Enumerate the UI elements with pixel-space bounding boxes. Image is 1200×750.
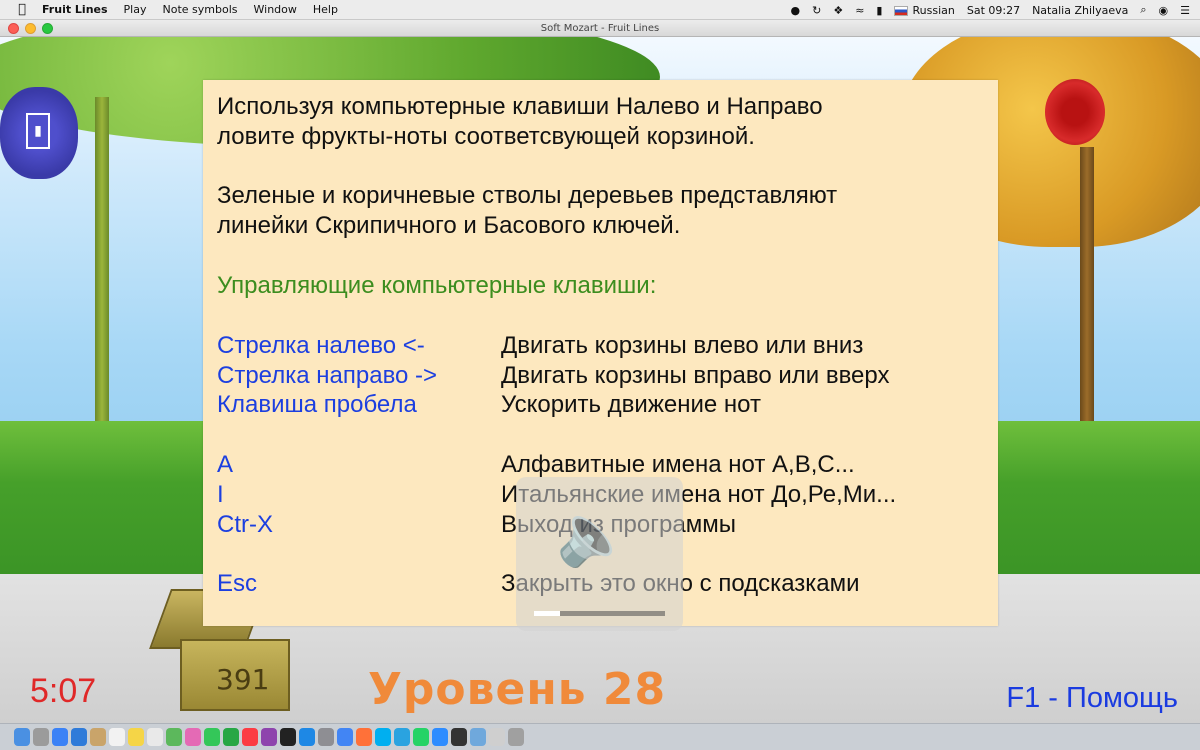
key-space: Клавиша пробела (217, 391, 417, 418)
skype-icon[interactable] (375, 728, 391, 746)
minimize-window-button[interactable] (25, 23, 36, 34)
key-i: I (217, 481, 224, 508)
siri-icon[interactable]: ◉ (1159, 4, 1169, 17)
menu-bar:  Fruit Lines Play Note symbols Window H… (0, 0, 1200, 20)
appstore-icon[interactable] (299, 728, 315, 746)
speaker-icon: 🔈 (556, 500, 631, 570)
spotlight-search-icon[interactable]: ⌕ (1140, 3, 1146, 17)
volume-level-bar (534, 611, 665, 616)
blue-flower-button[interactable]: ▮ (0, 87, 78, 179)
telegram-icon[interactable] (394, 728, 410, 746)
menu-window[interactable]: Window (254, 3, 297, 16)
keys-heading: Управляющие компьютерные клавиши: (217, 272, 657, 299)
terminal-icon[interactable] (451, 728, 467, 746)
key-right-arrow: Стрелка направо -> (217, 362, 438, 389)
status-area: ● ↻ ❖ ≈ ▮ Russian Sat 09:27 Natalia Zhil… (791, 0, 1191, 20)
game-timer: 5:07 (30, 672, 97, 710)
preview-icon[interactable] (470, 728, 486, 746)
calendar-icon[interactable] (109, 728, 125, 746)
chrome-icon[interactable] (337, 728, 353, 746)
window-title: Soft Mozart - Fruit Lines (540, 23, 660, 34)
menu-play[interactable]: Play (124, 3, 147, 16)
photos-icon[interactable] (185, 728, 201, 746)
trash-icon[interactable] (508, 728, 524, 746)
chest-score: 391 (216, 663, 270, 696)
music-icon[interactable] (242, 728, 258, 746)
exit-door-icon: ▮ (26, 113, 50, 149)
window-titlebar: Soft Mozart - Fruit Lines (0, 20, 1200, 37)
key-left-arrow: Стрелка налево <- (217, 332, 425, 359)
notification-center-icon[interactable]: ☰ (1180, 4, 1190, 17)
menubar-clock[interactable]: Sat 09:27 (967, 4, 1020, 17)
key-esc: Esc (217, 570, 258, 597)
key-ctrl-x: Ctr-X (217, 511, 273, 538)
safari-icon[interactable] (52, 728, 68, 746)
maps-icon[interactable] (166, 728, 182, 746)
russian-flag-icon (894, 5, 909, 16)
menu-app-name[interactable]: Fruit Lines (42, 3, 108, 16)
menu-note-symbols[interactable]: Note symbols (163, 3, 238, 16)
bluetooth-icon[interactable]: ❖ (833, 4, 843, 17)
trees-line-1: Зеленые и коричневые стволы деревьев пре… (217, 182, 838, 209)
battery-icon[interactable]: ▮ (876, 4, 882, 17)
firefox-icon[interactable] (356, 728, 372, 746)
maximize-window-button[interactable] (42, 23, 53, 34)
action-space: Ускорить движение нот (501, 391, 761, 418)
messages-icon[interactable] (204, 728, 220, 746)
dock (0, 723, 1200, 750)
menu-help[interactable]: Help (313, 3, 338, 16)
textedit-icon[interactable] (489, 728, 505, 746)
intro-line-1: Используя компьютерные клавиши Налево и … (217, 93, 823, 120)
volume-level-fill (534, 611, 561, 616)
input-source[interactable]: Russian (894, 4, 955, 17)
tv-icon[interactable] (280, 728, 296, 746)
launchpad-icon[interactable] (33, 728, 49, 746)
settings-icon[interactable] (318, 728, 334, 746)
finder-icon[interactable] (14, 728, 30, 746)
action-left-arrow: Двигать корзины влево или вниз (501, 332, 864, 359)
intro-line-2: ловите фрукты-ноты соответсвующей корзин… (217, 123, 755, 150)
zoom-icon[interactable] (432, 728, 448, 746)
level-label: Уровень 28 (368, 664, 667, 715)
key-a: A (217, 451, 234, 478)
reminders-icon[interactable] (147, 728, 163, 746)
podcasts-icon[interactable] (261, 728, 277, 746)
menubar-user[interactable]: Natalia Zhilyaeva (1032, 4, 1128, 17)
time-machine-icon[interactable]: ↻ (812, 4, 821, 17)
notes-icon[interactable] (128, 728, 144, 746)
record-icon[interactable]: ● (791, 4, 801, 17)
apple-menu-icon[interactable]:  (12, 2, 32, 17)
action-right-arrow: Двигать корзины вправо или вверх (501, 362, 890, 389)
action-a: Алфавитные имена нот A,B,C... (501, 451, 855, 478)
help-hint[interactable]: F1 - Помощь (1006, 682, 1178, 715)
volume-overlay: 🔈 (516, 477, 683, 631)
facetime-icon[interactable] (223, 728, 239, 746)
wifi-icon[interactable]: ≈ (855, 4, 864, 17)
close-window-button[interactable] (8, 23, 19, 34)
red-flower (1045, 79, 1105, 145)
contacts-icon[interactable] (90, 728, 106, 746)
whatsapp-icon[interactable] (413, 728, 429, 746)
mail-icon[interactable] (71, 728, 87, 746)
trees-line-2: линейки Скрипичного и Басового ключей. (217, 212, 681, 239)
